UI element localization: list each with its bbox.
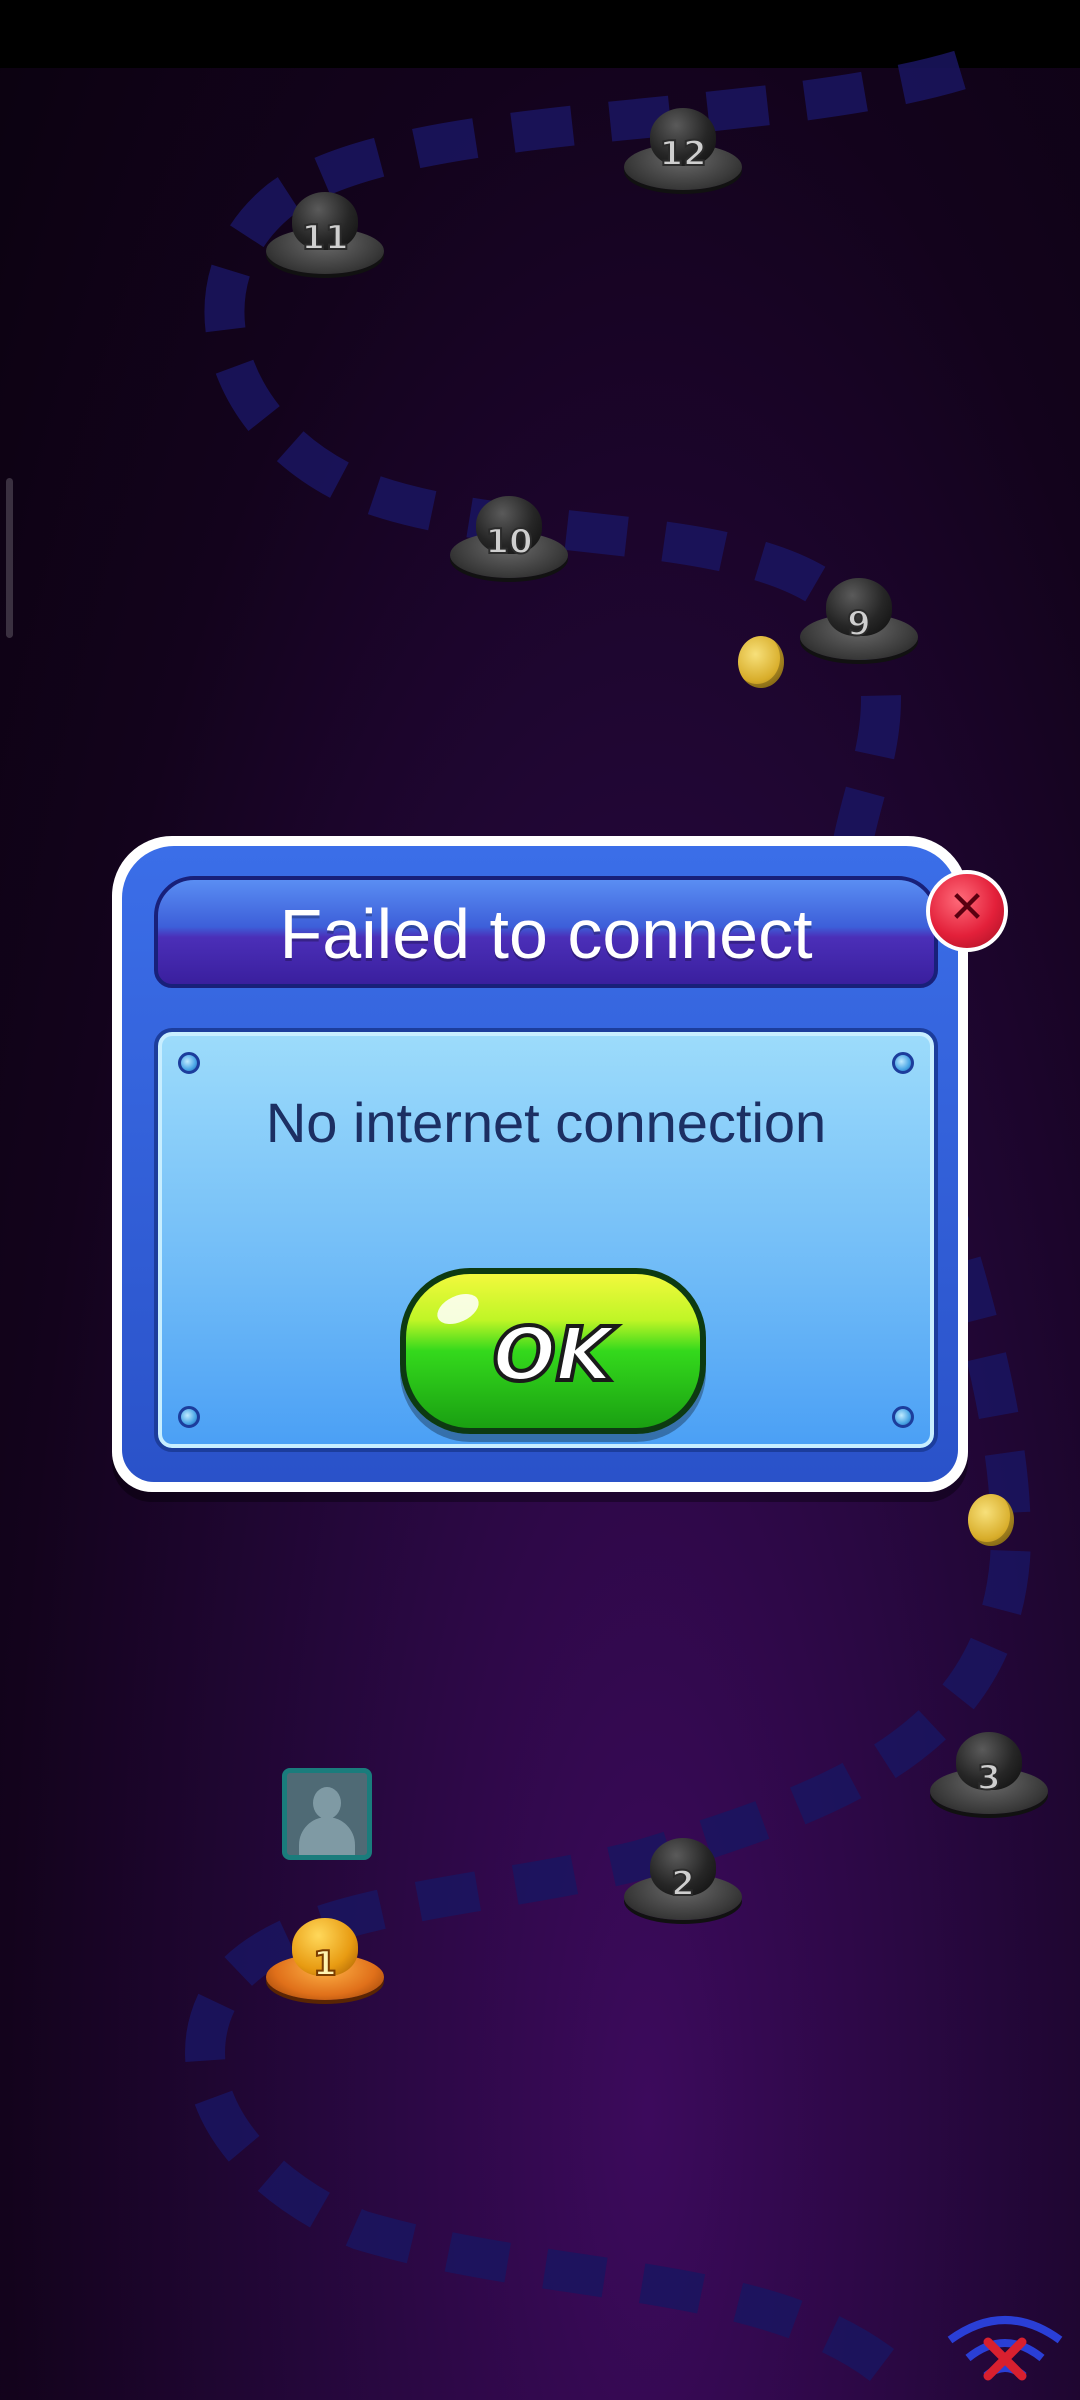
level-number: 1 <box>312 1943 338 1985</box>
avatar-head <box>313 1787 341 1819</box>
level-number: 2 <box>670 1863 696 1905</box>
close-button[interactable]: ✕ <box>926 870 1008 952</box>
rivet-icon <box>178 1406 200 1428</box>
level-number: 11 <box>300 217 349 259</box>
dialog-title-bar: Failed to connect <box>154 876 938 988</box>
level-node-3[interactable]: 3 <box>930 1728 1048 1814</box>
player-avatar-icon[interactable] <box>282 1768 372 1860</box>
connection-error-dialog: Failed to connect No internet connection… <box>112 836 968 1492</box>
ok-button[interactable]: OK <box>400 1268 706 1434</box>
dialog-message: No internet connection <box>265 1091 827 1154</box>
level-number: 12 <box>658 133 707 175</box>
level-node-12[interactable]: 12 <box>624 104 742 190</box>
wifi-off-icon <box>947 2316 1063 2381</box>
level-node-2[interactable]: 2 <box>624 1834 742 1920</box>
level-node-1[interactable]: 1 <box>266 1914 384 2000</box>
avatar-shoulders <box>299 1817 355 1855</box>
rivet-icon <box>892 1052 914 1074</box>
dialog-frame: Failed to connect No internet connection… <box>122 846 958 1482</box>
close-icon: ✕ <box>948 882 986 933</box>
level-node-11[interactable]: 11 <box>266 188 384 274</box>
level-number: 9 <box>846 603 872 645</box>
dialog-content-panel: No internet connection OK <box>154 1028 938 1452</box>
level-node-9[interactable]: 9 <box>800 574 918 660</box>
rivet-icon <box>178 1052 200 1074</box>
level-number: 3 <box>976 1757 1002 1799</box>
level-number: 10 <box>484 521 533 563</box>
coin-icon <box>738 636 784 688</box>
ok-button-label: OK <box>491 1310 615 1400</box>
level-node-10[interactable]: 10 <box>450 492 568 578</box>
rivet-icon <box>892 1406 914 1428</box>
dialog-title: Failed to connect <box>279 895 813 973</box>
coin-icon <box>968 1494 1014 1546</box>
